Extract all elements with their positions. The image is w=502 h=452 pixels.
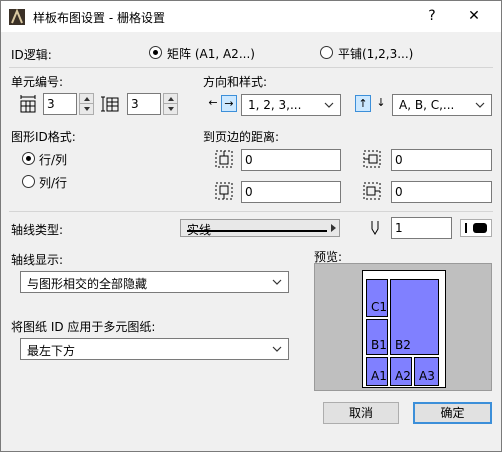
radio-tile-label[interactable]: 平铺(1,2,3...) <box>338 45 413 62</box>
margin-right-icon <box>363 182 381 200</box>
preview-cell-label: B1 <box>371 338 387 352</box>
pen-swatch-icon <box>465 223 467 233</box>
dialog-window: 样板布图设置 - 栅格设置 ? ✕ ID逻辑: 矩阵 (A1, A2...) 平… <box>0 0 502 452</box>
direction-style-label: 方向和样式: <box>203 75 268 89</box>
stepper-down-icon[interactable] <box>80 104 93 114</box>
preview-cell-a3: A3 <box>414 357 439 386</box>
preview-cell-b2: B2 <box>390 279 439 355</box>
close-button[interactable]: ✕ <box>451 1 497 32</box>
horizontal-style-value: 1, 2, 3,... <box>248 98 302 112</box>
ok-button[interactable]: 确定 <box>413 402 492 424</box>
preview-page: C1 B1 B2 A1 A2 A3 <box>362 270 446 388</box>
arrow-up-toggle[interactable]: ↑ <box>355 95 371 112</box>
help-button[interactable]: ? <box>409 1 455 32</box>
preview-cell-label: A1 <box>371 369 387 383</box>
margins-label: 到页边的距离: <box>203 130 280 144</box>
preview-cell-c1: C1 <box>366 279 388 317</box>
cell-numbering-label: 单元编号: <box>11 75 64 89</box>
stepper-up-icon[interactable] <box>164 94 177 104</box>
axis-type-label: 轴线类型: <box>11 223 64 237</box>
apply-id-label: 将图纸 ID 应用于多元图纸: <box>11 320 156 334</box>
apply-id-value: 最左下方 <box>27 344 76 358</box>
columns-input[interactable]: 3 <box>43 93 77 115</box>
axis-display-select[interactable]: 与图形相交的全部隐藏 <box>20 271 289 293</box>
pen-icon <box>371 221 379 235</box>
window-title: 样板布图设置 - 栅格设置 <box>33 11 165 25</box>
line-sample <box>187 230 327 232</box>
line-type-field[interactable]: 实线 <box>180 219 340 237</box>
chevron-down-icon <box>272 279 282 285</box>
margin-top-input[interactable]: 0 <box>241 149 341 171</box>
radio-col-row[interactable] <box>22 175 35 188</box>
margin-left-input[interactable]: 0 <box>391 149 492 171</box>
preview-cell-a2: A2 <box>390 357 412 386</box>
vertical-style-select[interactable]: A, B, C,... <box>392 94 492 116</box>
arrow-right-icon <box>331 224 336 232</box>
pen-color-button[interactable] <box>460 219 492 237</box>
margin-bottom-icon <box>215 182 233 200</box>
separator <box>9 67 493 68</box>
rows-icon <box>101 96 119 112</box>
preview-cell-label: A2 <box>395 369 411 383</box>
margin-bottom-input[interactable]: 0 <box>241 181 341 203</box>
title-bar[interactable]: 样板布图设置 - 栅格设置 ? ✕ <box>1 1 501 32</box>
preview-cell-label: C1 <box>371 300 388 314</box>
rows-stepper[interactable] <box>163 93 178 115</box>
arrow-right-toggle[interactable]: → <box>221 95 237 112</box>
preview-cell-label: B2 <box>395 338 411 352</box>
chevron-down-icon <box>272 346 282 352</box>
arrow-left-toggle[interactable]: ← <box>205 95 221 112</box>
stepper-up-icon[interactable] <box>80 94 93 104</box>
axis-display-label: 轴线显示: <box>11 253 64 267</box>
radio-tile[interactable] <box>320 46 333 59</box>
graphic-id-format-label: 图形ID格式: <box>11 130 76 144</box>
margin-left-icon <box>363 150 381 168</box>
separator <box>9 211 493 212</box>
radio-col-row-label[interactable]: 列/行 <box>39 174 67 191</box>
axis-display-value: 与图形相交的全部隐藏 <box>27 277 148 291</box>
preview-cell-b1: B1 <box>366 319 388 355</box>
chevron-down-icon <box>475 102 485 108</box>
radio-row-col[interactable] <box>22 152 35 165</box>
stepper-down-icon[interactable] <box>164 104 177 114</box>
radio-matrix[interactable] <box>149 46 162 59</box>
preview-cell-label: A3 <box>419 369 435 383</box>
app-icon <box>9 9 25 25</box>
pen-swatch-fill <box>473 223 487 233</box>
rows-input[interactable]: 3 <box>127 93 161 115</box>
horizontal-style-select[interactable]: 1, 2, 3,... <box>241 94 341 116</box>
preview-cell-a1: A1 <box>366 357 388 386</box>
cancel-button[interactable]: 取消 <box>323 402 399 424</box>
margin-right-input[interactable]: 0 <box>391 181 492 203</box>
columns-icon <box>20 95 36 113</box>
apply-id-select[interactable]: 最左下方 <box>20 338 289 360</box>
radio-matrix-label[interactable]: 矩阵 (A1, A2...) <box>167 45 255 62</box>
columns-stepper[interactable] <box>79 93 94 115</box>
pen-input[interactable]: 1 <box>391 217 452 239</box>
margin-top-icon <box>215 150 233 168</box>
id-logic-label: ID逻辑: <box>11 48 52 62</box>
preview-panel: C1 B1 B2 A1 A2 A3 <box>314 263 492 391</box>
chevron-down-icon <box>324 102 334 108</box>
vertical-style-value: A, B, C,... <box>399 98 455 112</box>
arrow-down-toggle[interactable]: ↓ <box>373 95 389 112</box>
radio-row-col-label[interactable]: 行/列 <box>39 151 67 168</box>
